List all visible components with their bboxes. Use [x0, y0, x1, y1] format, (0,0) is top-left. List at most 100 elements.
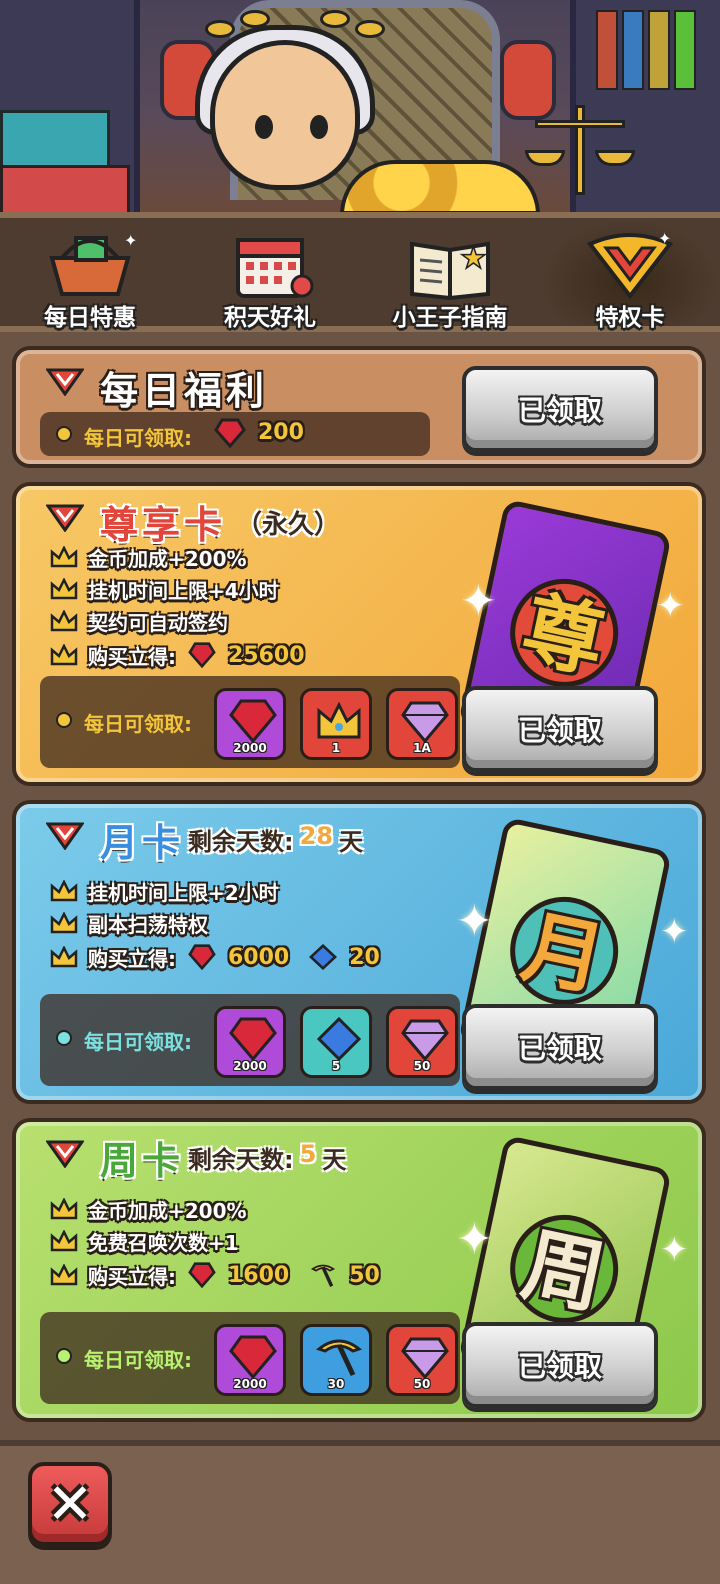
- ruby-icon: [188, 642, 216, 668]
- bullet-dot: [56, 1030, 72, 1046]
- crown-icon: [50, 1264, 78, 1286]
- ruby-icon: [188, 1262, 216, 1288]
- reward-slot-ruby[interactable]: 2000: [214, 1324, 286, 1396]
- claimed-button[interactable]: 已领取: [462, 366, 658, 452]
- reward-slot-ruby[interactable]: 2000: [214, 688, 286, 760]
- monthly-card-panel: 月卡 剩余天数: 28 天 挂机时间上限+2小时 副本扫荡特权 购买立得: 60…: [12, 800, 706, 1104]
- sparkle-icon: ✦: [456, 896, 493, 947]
- purchase-reward-line: 购买立得: 1600 50: [50, 1260, 380, 1290]
- v-badge-icon: [46, 1140, 84, 1168]
- monthly-card-title: 月卡: [100, 821, 185, 865]
- daily-claim-label: 每日可领取:: [84, 426, 192, 450]
- perk-item: 挂机时间上限+4小时: [50, 574, 279, 604]
- sparkle-icon: ✦: [460, 576, 497, 627]
- svg-text:✦: ✦: [658, 230, 671, 248]
- shopping-basket-icon: ✦: [49, 231, 137, 296]
- crown-icon: [50, 546, 78, 568]
- premium-card-title: 尊享卡: [100, 503, 227, 547]
- weekly-card-title: 周卡: [100, 1139, 185, 1183]
- remaining-days: 剩余天数: 28 天: [188, 822, 364, 856]
- gold-coin-pile-icon: [340, 160, 540, 215]
- ruby-icon: [229, 699, 277, 743]
- laurel-icon: [205, 20, 235, 38]
- perk-item: 免费召唤次数+1: [50, 1226, 239, 1256]
- ruby-icon: [188, 944, 216, 970]
- close-button[interactable]: ✕: [28, 1462, 112, 1546]
- tab-privilege-card[interactable]: ✦ 特权卡: [540, 218, 720, 331]
- daily-welfare-card: 每日福利 每日可领取: 200 已领取: [12, 346, 706, 468]
- sparkle-icon: ✦: [660, 1230, 689, 1270]
- perk-item: 金币加成+200%: [50, 1194, 247, 1224]
- daily-claim-label: 每日可领取:: [84, 712, 192, 736]
- guide-book-icon: ★: [410, 240, 490, 300]
- crown-icon: [50, 610, 78, 632]
- hero-character: [210, 40, 360, 190]
- bullet-dot: [56, 1348, 72, 1364]
- bullet-dot: [56, 426, 72, 442]
- daily-welfare-title: 每日福利: [100, 369, 269, 413]
- reward-slot-crown[interactable]: 1: [300, 688, 372, 760]
- tab-bar: ✦ 每日特惠 积天好礼 ★ 小王子指南 ✦ 特权卡: [0, 212, 720, 332]
- tab-daily-deals[interactable]: ✦ 每日特惠: [0, 218, 180, 331]
- crown-icon: [50, 1198, 78, 1220]
- perk-item: 金币加成+200%: [50, 542, 247, 572]
- calendar-gift-icon: [236, 238, 314, 298]
- reward-slot-diamond[interactable]: 50: [386, 1324, 458, 1396]
- diamond-icon: [401, 1019, 449, 1061]
- perk-item: 契约可自动签约: [50, 606, 228, 636]
- weekly-card-panel: 周卡 剩余天数: 5 天 金币加成+200% 免费召唤次数+1 购买立得: 16…: [12, 1118, 706, 1422]
- premium-duration: （永久）: [236, 510, 341, 540]
- tab-login-gifts[interactable]: 积天好礼: [180, 218, 360, 331]
- gift-box-red-icon: [0, 165, 130, 215]
- tab-label: 特权卡: [595, 305, 665, 331]
- v-badge-icon: [46, 822, 84, 850]
- pickaxe-icon: [315, 1339, 363, 1377]
- ruby-icon: [229, 1335, 277, 1379]
- tab-label: 每日特惠: [44, 305, 136, 331]
- crown-icon: [317, 701, 361, 739]
- v-badge-icon: [46, 368, 84, 396]
- reward-slot-diamond[interactable]: 1A: [386, 688, 458, 760]
- sapphire-icon: [309, 944, 338, 970]
- sparkle-icon: ✦: [656, 586, 685, 626]
- daily-ruby-amount: 200: [258, 420, 304, 445]
- crown-icon: [50, 912, 78, 934]
- claimed-button[interactable]: 已领取: [462, 686, 658, 772]
- daily-claim-strip: 每日可领取: 200: [40, 412, 430, 456]
- diamond-icon: [401, 701, 449, 743]
- laurel-icon: [320, 10, 350, 28]
- sparkle-icon: ✦: [456, 1214, 493, 1265]
- v-badge-icon: [46, 504, 84, 532]
- sapphire-icon: [316, 1017, 362, 1061]
- reward-slot-diamond[interactable]: 50: [386, 1006, 458, 1078]
- reward-slot-pickaxe[interactable]: 30: [300, 1324, 372, 1396]
- hero-banner: [0, 0, 720, 215]
- crown-icon: [50, 946, 78, 968]
- svg-text:✦: ✦: [124, 231, 137, 250]
- laurel-icon: [355, 20, 385, 38]
- pickaxe-icon: [311, 1264, 336, 1287]
- tab-guide[interactable]: ★ 小王子指南: [360, 218, 540, 331]
- reward-slot-ruby[interactable]: 2000: [214, 1006, 286, 1078]
- laurel-icon: [240, 10, 270, 28]
- tab-label: 积天好礼: [224, 305, 316, 331]
- tab-label: 小王子指南: [392, 305, 508, 331]
- ruby-icon: [214, 418, 246, 448]
- crown-icon: [50, 578, 78, 600]
- perk-item: 副本扫荡特权: [50, 908, 208, 938]
- claimed-button[interactable]: 已领取: [462, 1322, 658, 1408]
- purchase-reward-line: 购买立得: 25600: [50, 640, 305, 670]
- bullet-dot: [56, 712, 72, 728]
- balance-scale-icon: [525, 105, 635, 205]
- daily-claim-label: 每日可领取:: [84, 1030, 192, 1054]
- ruby-icon: [229, 1017, 277, 1061]
- claimed-button[interactable]: 已领取: [462, 1004, 658, 1090]
- purchase-reward-line: 购买立得: 6000 20: [50, 942, 380, 972]
- reward-slot-sapphire[interactable]: 5: [300, 1006, 372, 1078]
- premium-card-panel: 尊享卡 （永久） 金币加成+200% 挂机时间上限+4小时 契约可自动签约 购买…: [12, 482, 706, 786]
- perk-item: 挂机时间上限+2小时: [50, 876, 279, 906]
- hero-eye-left: [255, 115, 273, 139]
- svg-text:★: ★: [460, 241, 487, 276]
- crown-icon: [50, 880, 78, 902]
- daily-claim-label: 每日可领取:: [84, 1348, 192, 1372]
